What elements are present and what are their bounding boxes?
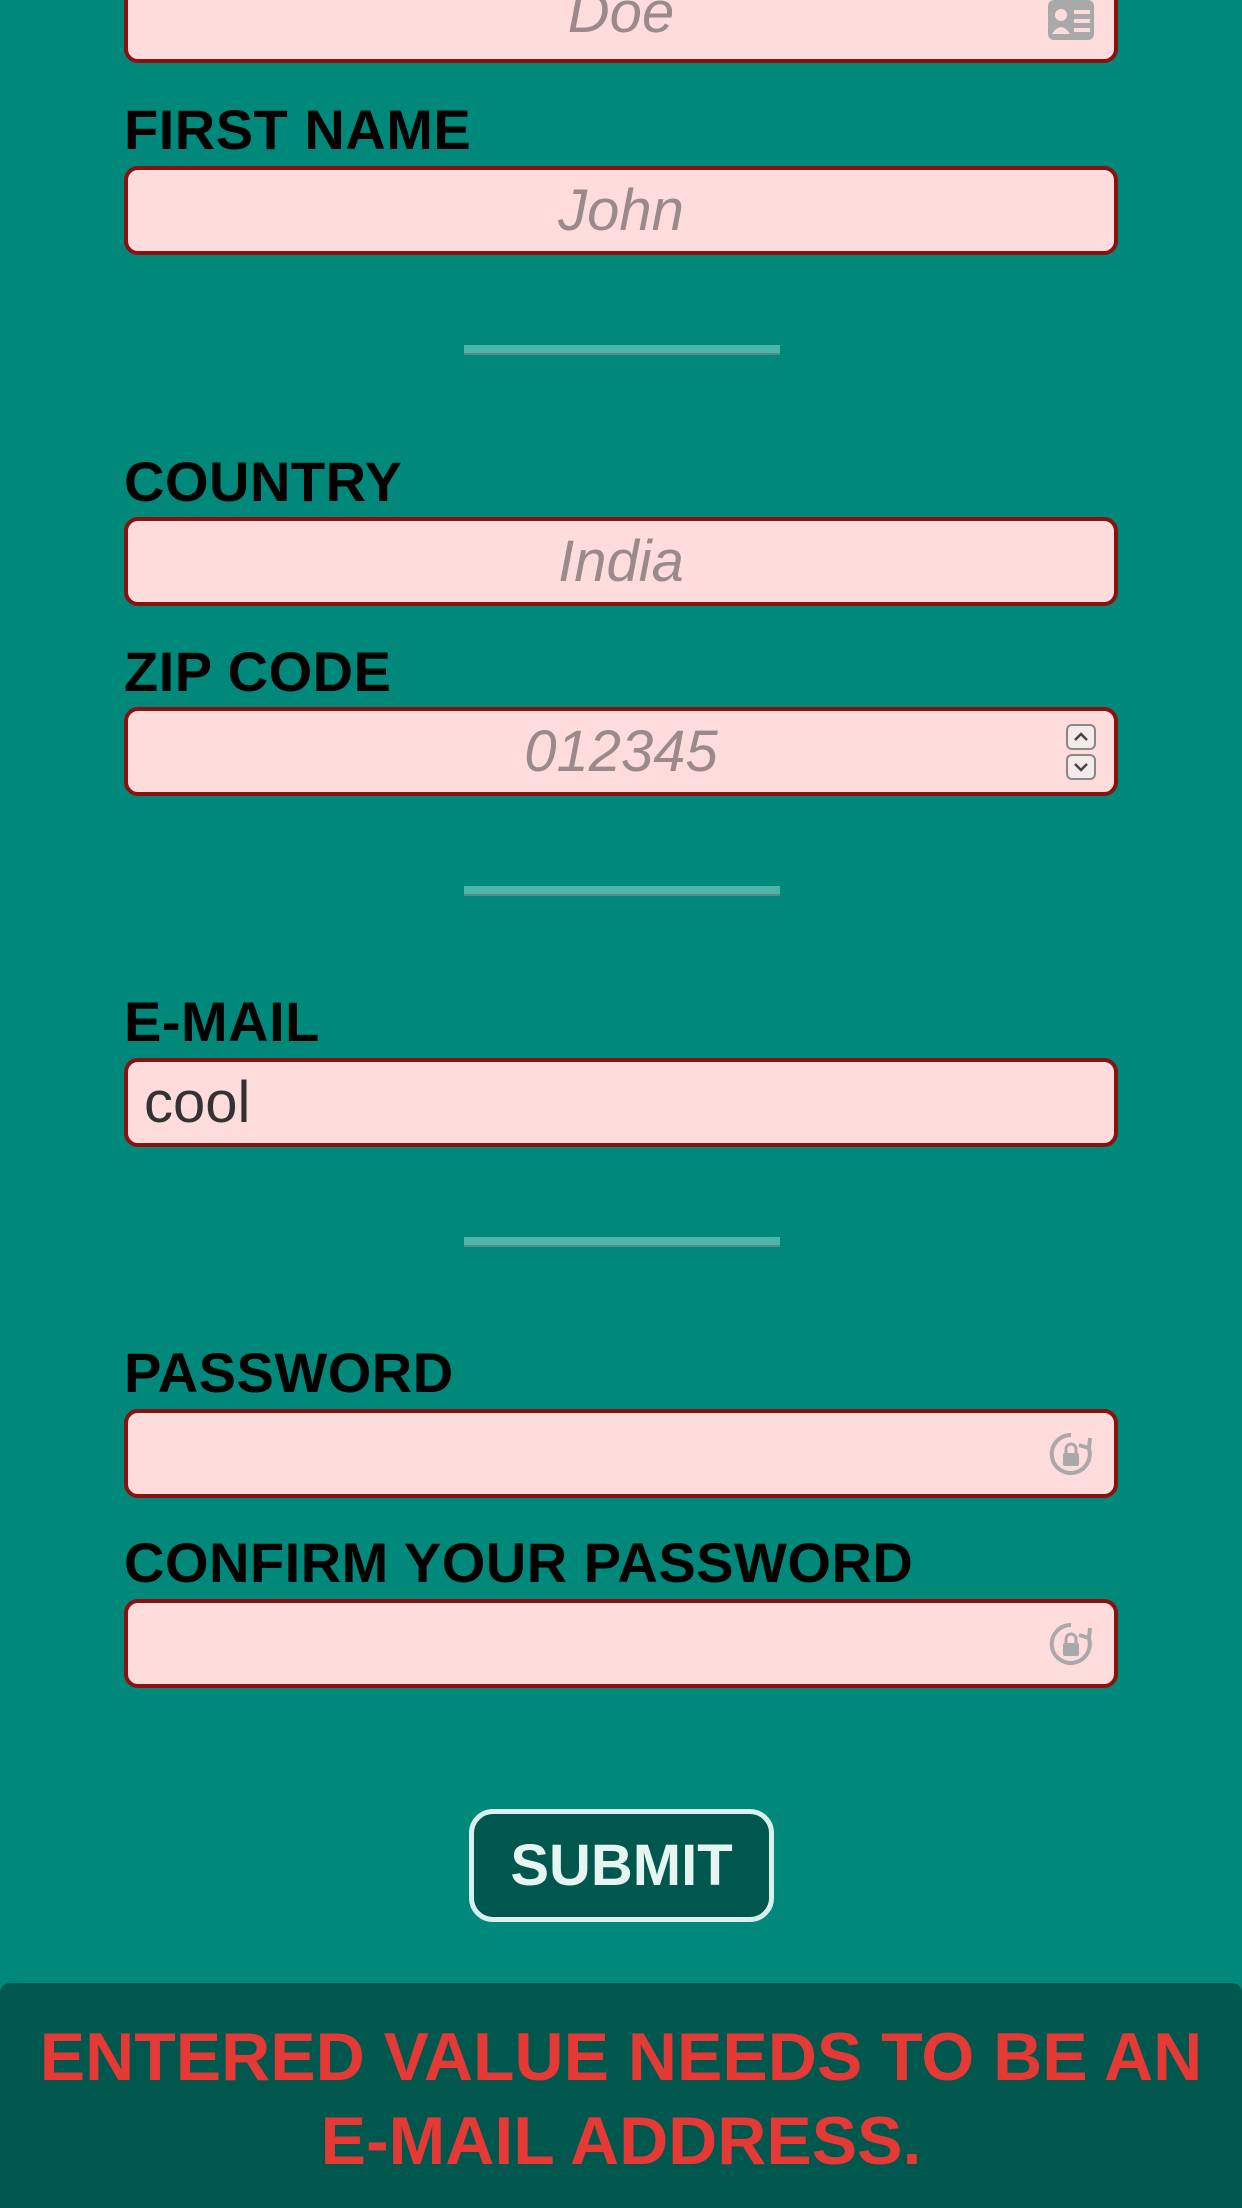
error-message: ENTERED VALUE NEEDS TO BE AN E-MAIL ADDR…: [39, 2019, 1203, 2179]
country-input[interactable]: [128, 521, 1114, 602]
first-name-input[interactable]: [128, 170, 1114, 251]
password-key-icon[interactable]: [1046, 1619, 1096, 1669]
first-name-label: FIRST NAME: [124, 98, 472, 161]
stepper-down-button[interactable]: [1066, 754, 1096, 780]
error-banner: ENTERED VALUE NEEDS TO BE AN E-MAIL ADDR…: [0, 1983, 1242, 2208]
zip-code-label: ZIP CODE: [124, 640, 392, 703]
email-input[interactable]: [128, 1062, 1114, 1143]
section-divider: [464, 345, 780, 355]
confirm-password-label: CONFIRM YOUR PASSWORD: [124, 1531, 914, 1594]
section-divider: [464, 886, 780, 896]
section-divider: [464, 1237, 780, 1247]
email-label: E-MAIL: [124, 990, 320, 1053]
zip-code-field-wrapper: [124, 707, 1118, 796]
country-label: COUNTRY: [124, 450, 403, 513]
confirm-password-field-wrapper: [124, 1599, 1118, 1688]
email-field-wrapper: [124, 1058, 1118, 1147]
contact-card-icon: [1046, 0, 1096, 48]
password-key-icon[interactable]: [1046, 1429, 1096, 1479]
number-stepper-icon[interactable]: [1066, 724, 1096, 782]
password-input[interactable]: [128, 1413, 1114, 1494]
zip-code-input[interactable]: [128, 711, 1114, 792]
first-name-field-wrapper: [124, 166, 1118, 255]
country-field-wrapper: [124, 517, 1118, 606]
last-name-input[interactable]: [128, 0, 1114, 59]
password-label: PASSWORD: [124, 1341, 454, 1404]
last-name-field-wrapper: [124, 0, 1118, 63]
submit-button[interactable]: SUBMIT: [469, 1809, 774, 1922]
stepper-up-button[interactable]: [1066, 724, 1096, 750]
confirm-password-input[interactable]: [128, 1603, 1114, 1684]
password-field-wrapper: [124, 1409, 1118, 1498]
